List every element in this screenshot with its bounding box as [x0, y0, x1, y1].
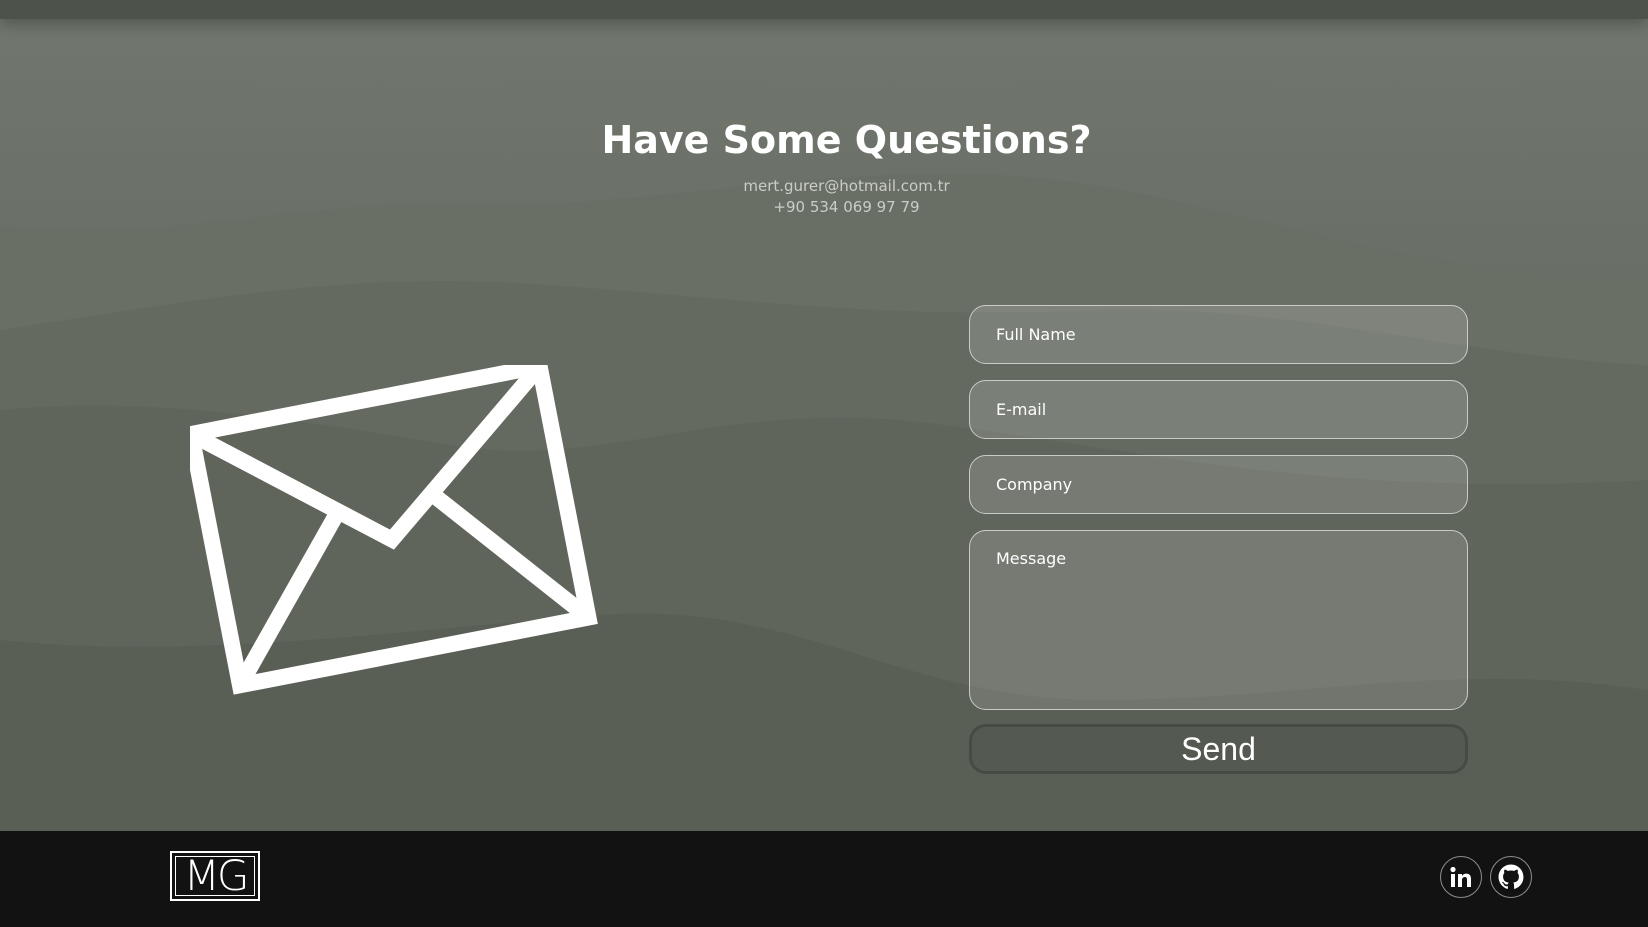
page-title: Have Some Questions?: [601, 118, 1092, 162]
github-icon: [1498, 864, 1524, 889]
send-button[interactable]: Send: [969, 724, 1468, 774]
contact-email: mert.gurer@hotmail.com.tr: [743, 177, 950, 195]
email-input[interactable]: [969, 380, 1468, 439]
contact-section: Have Some Questions? mert.gurer@hotmail.…: [0, 0, 1648, 831]
footer: MG: [0, 831, 1648, 927]
message-textarea[interactable]: [969, 530, 1468, 710]
top-bar: [0, 0, 1648, 19]
linkedin-link[interactable]: [1440, 856, 1482, 898]
linkedin-icon: [1450, 866, 1471, 887]
github-link[interactable]: [1490, 856, 1532, 898]
envelope-icon: [190, 365, 598, 695]
logo[interactable]: MG: [170, 851, 260, 901]
company-input[interactable]: [969, 455, 1468, 514]
logo-text: MG: [183, 851, 250, 900]
full-name-input[interactable]: [969, 305, 1468, 364]
contact-phone: +90 534 069 97 79: [773, 198, 920, 216]
